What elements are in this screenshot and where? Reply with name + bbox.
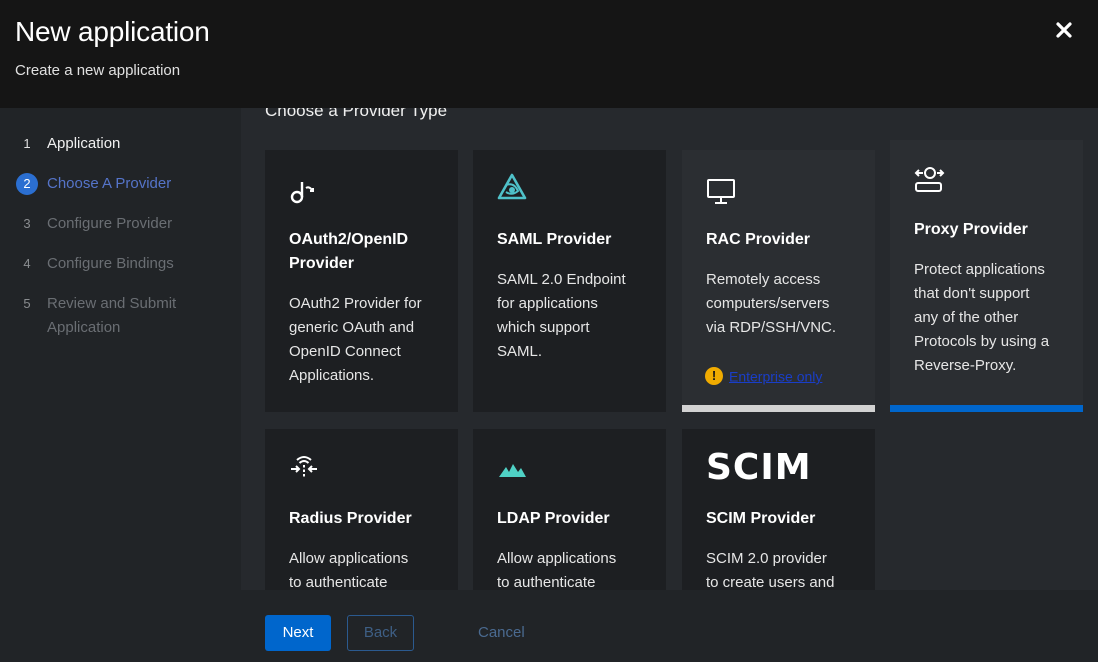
card-desc-line: OAuth2 Provider for (289, 295, 422, 312)
card-desc-line: Allow applications (497, 550, 617, 567)
close-button[interactable] (1052, 18, 1076, 42)
card-desc-line: that don't support (914, 285, 1030, 302)
card-desc-line: generic OAuth and (289, 319, 415, 336)
step-choose-provider[interactable]: 2 Choose A Provider (0, 172, 241, 196)
enterprise-only-notice: ! Enterprise only (705, 367, 822, 386)
dialog-header: New application Create a new application (0, 0, 1098, 108)
card-title: Radius Provider (289, 510, 412, 527)
card-desc-line: to authenticate (289, 574, 388, 590)
step-number: 3 (23, 216, 31, 231)
back-button[interactable]: Back (347, 615, 414, 651)
card-desc-line: any of the other (914, 309, 1019, 326)
warning-icon: ! (705, 367, 723, 386)
provider-card-oauth2[interactable]: OAuth2/OpenID Provider OAuth2 Provider f… (265, 150, 458, 412)
card-desc-line: to authenticate (497, 574, 596, 590)
step-configure-bindings[interactable]: 4 Configure Bindings (0, 252, 241, 276)
step-review-submit[interactable]: 5 Review and Submit Application (0, 292, 241, 340)
provider-card-saml[interactable]: SAML Provider SAML 2.0 Endpoint for appl… (473, 150, 666, 412)
card-status-bar (682, 405, 875, 412)
card-desc-line: which support (497, 319, 590, 336)
monitor-icon (707, 179, 735, 204)
card-selected-bar (890, 405, 1083, 412)
card-desc-line: Reverse-Proxy. (914, 357, 1017, 374)
card-desc-line: OpenID Connect (289, 343, 401, 360)
step-number: 1 (23, 136, 31, 151)
proxy-icon (914, 167, 945, 192)
dialog-title: New application (15, 16, 210, 47)
radius-icon (291, 456, 317, 478)
wizard-footer: Next Back Cancel (241, 590, 1098, 662)
provider-card-radius[interactable]: Radius Provider Allow applications to au… (265, 429, 458, 590)
card-title: SAML Provider (497, 231, 612, 248)
provider-card-scim[interactable]: SCIM SCIM Provider SCIM 2.0 provider to … (682, 429, 875, 590)
cancel-button[interactable]: Cancel (478, 624, 525, 641)
step-label: Configure Bindings (47, 255, 174, 272)
dialog-subtitle: Create a new application (15, 62, 181, 79)
card-desc-line: computers/servers (706, 295, 830, 312)
next-button[interactable]: Next (265, 615, 331, 651)
card-title-line1: OAuth2/OpenID (289, 231, 409, 248)
wizard-steps-nav: 1 Application 2 Choose A Provider 3 Conf… (0, 108, 241, 662)
step-configure-provider[interactable]: 3 Configure Provider (0, 212, 241, 236)
step-label-line2: Application (47, 319, 121, 336)
card-desc-line: Allow applications (289, 550, 409, 567)
card-desc-line: SAML. (497, 343, 543, 360)
step-label-line1: Review and Submit (47, 295, 177, 312)
step-application[interactable]: 1 Application (0, 132, 241, 156)
card-desc-line: SAML 2.0 Endpoint (497, 271, 626, 288)
provider-selection-panel: Choose a Provider Type OAuth2/OpenID Pro… (241, 108, 1098, 590)
step-label: Choose A Provider (47, 175, 172, 192)
card-desc-line: Protect applications (914, 261, 1045, 278)
step-number: 4 (23, 256, 31, 271)
close-icon (1056, 22, 1072, 38)
provider-card-proxy[interactable]: Proxy Provider Protect applications that… (890, 140, 1083, 412)
oauth-icon (290, 182, 314, 204)
card-desc-line: Remotely access (706, 271, 821, 288)
scim-logo-icon: SCIM (706, 447, 812, 488)
card-desc-line: to create users and (706, 574, 835, 590)
saml-icon (497, 173, 527, 200)
card-title: RAC Provider (706, 231, 811, 248)
provider-card-rac[interactable]: RAC Provider Remotely access computers/s… (682, 150, 875, 412)
enterprise-only-link[interactable]: Enterprise only (729, 368, 822, 384)
card-title: Proxy Provider (914, 221, 1028, 238)
card-desc-line: SCIM 2.0 provider (706, 550, 827, 567)
ldap-icon (499, 464, 526, 477)
card-desc-line: Protocols by using a (914, 333, 1050, 350)
card-title: LDAP Provider (497, 510, 610, 527)
card-desc-line: via RDP/SSH/VNC. (706, 319, 837, 336)
card-desc-line: Applications. (289, 367, 375, 384)
card-title-line2: Provider (289, 255, 354, 272)
step-number: 2 (16, 173, 38, 195)
step-label: Application (47, 135, 121, 152)
card-desc-line: for applications (497, 295, 598, 312)
section-title: Choose a Provider Type (265, 108, 448, 120)
step-number: 5 (23, 296, 31, 311)
provider-card-ldap[interactable]: LDAP Provider Allow applications to auth… (473, 429, 666, 590)
step-label: Configure Provider (47, 215, 173, 232)
card-title: SCIM Provider (706, 510, 816, 527)
